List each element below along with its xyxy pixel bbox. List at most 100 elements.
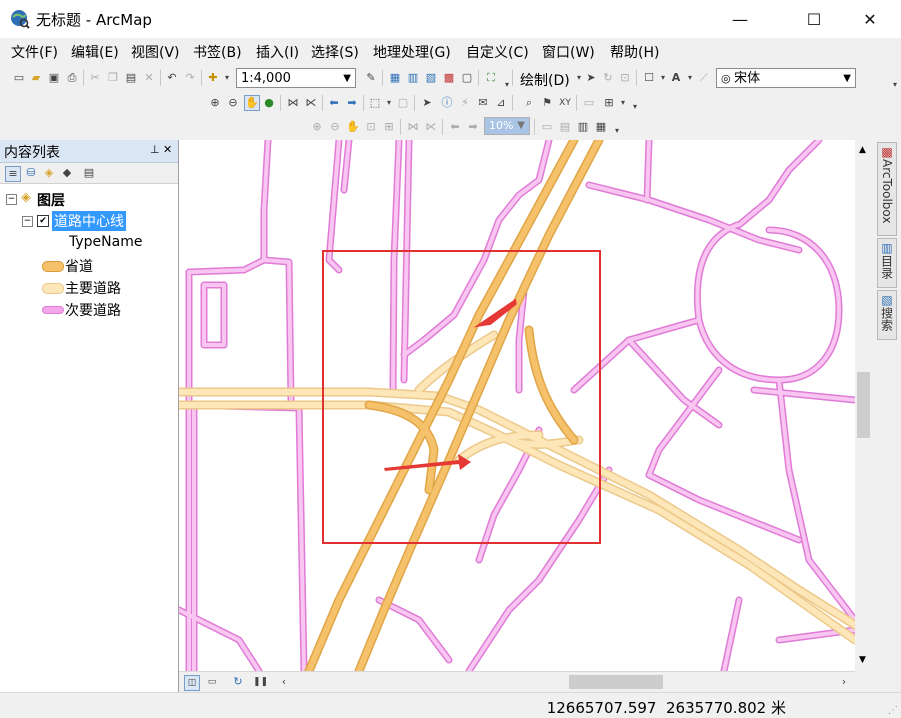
layout-zoom-out-icon[interactable]: ⊖ [328, 120, 342, 134]
layout-pan-icon[interactable]: ✋ [346, 120, 360, 134]
select-dropdown-icon[interactable]: ▾ [382, 96, 396, 110]
arctoolbox-tab[interactable]: ▩ ArcToolbox [877, 142, 897, 236]
toolbar-overflow-icon[interactable]: ▾ [628, 100, 642, 114]
scroll-right-icon[interactable]: › [837, 675, 851, 689]
undo-icon[interactable]: ↶ [165, 71, 179, 85]
vertical-scroll-thumb[interactable] [857, 372, 870, 438]
zoom-100-icon[interactable]: ⊞ [382, 120, 396, 134]
hyperlink-icon[interactable]: ⚡ [458, 96, 472, 110]
add-data-dropdown-icon[interactable]: ▾ [220, 71, 234, 85]
layer-name[interactable]: 道路中心线 [52, 211, 126, 231]
html-popup-icon[interactable]: ✉ [476, 96, 490, 110]
toggle-draft-mode-icon[interactable]: ▭ [540, 120, 554, 134]
new-document-icon[interactable]: ▭ [12, 71, 26, 85]
pan-icon[interactable]: ✋ [244, 95, 260, 111]
forward-extent-icon[interactable]: ➡ [345, 96, 359, 110]
list-by-source-icon[interactable]: ⛁ [24, 166, 38, 180]
menu-insert[interactable]: 插入(I) [256, 42, 299, 62]
map-vertical-scrollbar[interactable]: ▲ ▼ [855, 140, 872, 671]
redo-icon[interactable]: ↷ [183, 71, 197, 85]
line-icon[interactable]: ⟋ [697, 71, 711, 85]
clear-selection-icon[interactable]: ▢ [396, 96, 410, 110]
zoom-in-icon[interactable]: ⊕ [208, 96, 222, 110]
pause-drawing-icon[interactable]: ❚❚ [253, 675, 268, 689]
menu-customize[interactable]: 自定义(C) [466, 42, 529, 62]
identify-icon[interactable]: ⓘ [440, 96, 454, 110]
text-icon[interactable]: A [669, 71, 683, 85]
print-icon[interactable]: ⎙ [65, 71, 79, 85]
viewer-window-icon[interactable]: ⊞ [602, 96, 616, 110]
horizontal-scroll-thumb[interactable] [569, 675, 663, 689]
time-slider-icon[interactable]: ▭ [582, 96, 596, 110]
zoom-out-icon[interactable]: ⊖ [226, 96, 240, 110]
legend-item-major-road[interactable]: 主要道路 [42, 278, 162, 298]
toc-close-icon[interactable]: ✕ [163, 143, 172, 156]
layer-visibility-checkbox[interactable]: ✔ [37, 215, 49, 227]
map-canvas[interactable] [179, 140, 855, 671]
change-layout-icon[interactable]: ▥ [576, 120, 590, 134]
close-button[interactable]: ✕ [847, 0, 893, 38]
data-driven-pages-icon[interactable]: ▦ [594, 120, 608, 134]
map-scale-combo[interactable]: 1:4,000 ▼ [236, 68, 356, 88]
menu-selection[interactable]: 选择(S) [311, 42, 359, 62]
pin-icon[interactable]: ⊥ [150, 143, 160, 156]
focus-data-frame-icon[interactable]: ▤ [558, 120, 572, 134]
search-tab[interactable]: ▧ 搜索 [877, 290, 897, 340]
resize-grip-icon[interactable]: ⋰ [888, 705, 898, 716]
select-features-icon[interactable]: ⬚ [368, 96, 382, 110]
menu-file[interactable]: 文件(F) [11, 42, 58, 62]
fixed-zoom-in-layout-icon[interactable]: ⋈ [406, 120, 420, 134]
zoom-percent-combo[interactable]: 10% ▼ [484, 117, 530, 135]
rectangle-icon[interactable]: ☐ [642, 71, 656, 85]
python-window-icon[interactable]: ▢ [460, 71, 474, 85]
delete-icon[interactable]: ✕ [142, 71, 156, 85]
find-icon[interactable]: ⌕ [522, 96, 536, 110]
fixed-zoom-out-icon[interactable]: ⋉ [304, 96, 318, 110]
font-combo[interactable]: ◎ 宋体 ▼ [716, 68, 856, 88]
minimize-button[interactable]: — [717, 0, 763, 38]
collapse-icon[interactable]: − [22, 216, 33, 227]
cut-icon[interactable]: ✂ [88, 71, 102, 85]
menu-windows[interactable]: 窗口(W) [542, 42, 595, 62]
fixed-zoom-out-layout-icon[interactable]: ⋉ [424, 120, 438, 134]
menu-edit[interactable]: 编辑(E) [71, 42, 119, 62]
copy-icon[interactable]: ❐ [106, 71, 120, 85]
layout-view-icon[interactable]: ▭ [205, 675, 219, 689]
go-to-xy-icon[interactable]: XY [558, 96, 572, 110]
draw-menu-button[interactable]: 绘制(D) [520, 70, 570, 90]
zoom-to-selected-icon[interactable]: ⊡ [618, 71, 632, 85]
open-folder-icon[interactable]: ▰ [29, 71, 43, 85]
add-data-icon[interactable]: ✚ [206, 71, 220, 85]
fixed-zoom-in-icon[interactable]: ⋈ [286, 96, 300, 110]
table-of-contents-icon[interactable]: ▦ [388, 71, 402, 85]
layout-back-icon[interactable]: ⬅ [448, 120, 462, 134]
legend-item-secondary-road[interactable]: 次要道路 [42, 300, 162, 320]
select-elements-icon[interactable]: ➤ [584, 71, 598, 85]
paste-icon[interactable]: ▤ [124, 71, 138, 85]
layout-forward-icon[interactable]: ➡ [466, 120, 480, 134]
catalog-icon[interactable]: ▥ [406, 71, 420, 85]
full-extent-icon[interactable]: ● [262, 96, 276, 110]
toolbar-overflow-icon[interactable]: ▾ [610, 124, 624, 138]
menu-help[interactable]: 帮助(H) [610, 42, 659, 62]
save-icon[interactable]: ▣ [47, 71, 61, 85]
editor-toolbar-icon[interactable]: ✎ [364, 71, 378, 85]
toolbar-overflow-icon[interactable]: ▾ [888, 78, 901, 92]
list-by-selection-icon[interactable]: ◆ [60, 166, 74, 180]
scroll-left-icon[interactable]: ‹ [277, 675, 291, 689]
back-extent-icon[interactable]: ⬅ [327, 96, 341, 110]
collapse-icon[interactable]: − [6, 194, 17, 205]
legend-item-provincial-road[interactable]: 省道 [42, 256, 162, 276]
toc-options-icon[interactable]: ▤ [82, 166, 96, 180]
map-display[interactable] [179, 140, 855, 671]
menu-view[interactable]: 视图(V) [131, 42, 180, 62]
maximize-button[interactable]: ☐ [791, 0, 837, 38]
list-by-visibility-icon[interactable]: ◈ [42, 166, 56, 180]
find-route-icon[interactable]: ⚑ [540, 96, 554, 110]
text-dropdown-icon[interactable]: ▾ [683, 71, 697, 85]
rotate-icon[interactable]: ↻ [601, 71, 615, 85]
refresh-icon[interactable]: ↻ [231, 675, 245, 689]
data-view-icon[interactable]: ◫ [184, 675, 200, 691]
model-builder-icon[interactable]: ⛶ [484, 71, 498, 85]
list-by-drawing-order-icon[interactable]: ≡ [5, 166, 21, 182]
